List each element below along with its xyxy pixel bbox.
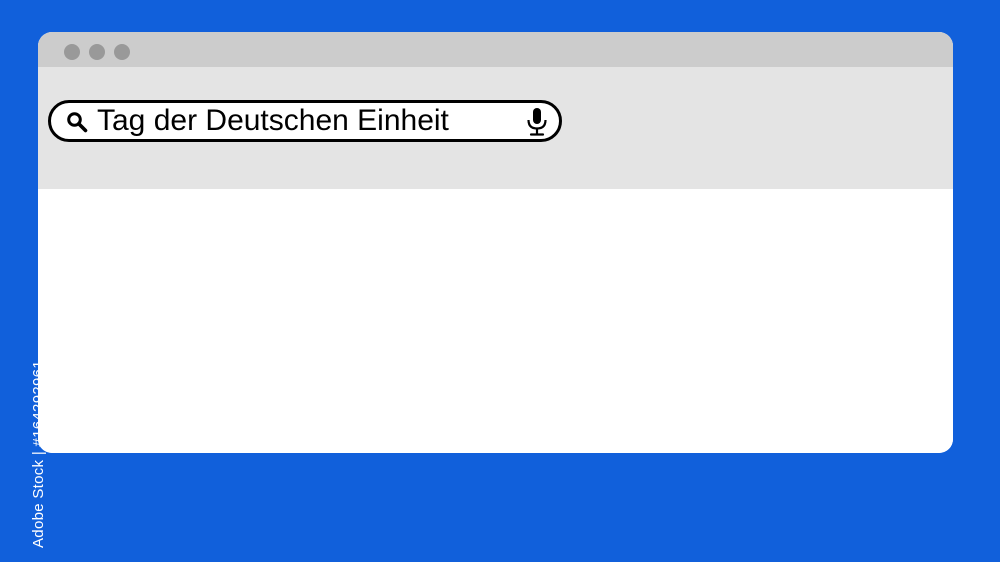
page-content-area [38, 189, 953, 453]
page-background: Tag der Deutschen Einheit Adobe Stock | … [0, 0, 1000, 562]
stock-watermark: Adobe Stock | #164292961 [6, 320, 47, 550]
search-query-text[interactable]: Tag der Deutschen Einheit [97, 103, 449, 139]
browser-window: Tag der Deutschen Einheit [38, 32, 953, 453]
watermark-text: Adobe Stock | #164292961 [30, 360, 47, 548]
search-icon[interactable] [66, 111, 88, 133]
window-dot-2[interactable] [89, 44, 105, 60]
title-bar [38, 32, 953, 67]
search-bar[interactable]: Tag der Deutschen Einheit [48, 100, 562, 142]
window-dot-1[interactable] [64, 44, 80, 60]
microphone-icon[interactable] [525, 107, 549, 137]
window-dot-3[interactable] [114, 44, 130, 60]
